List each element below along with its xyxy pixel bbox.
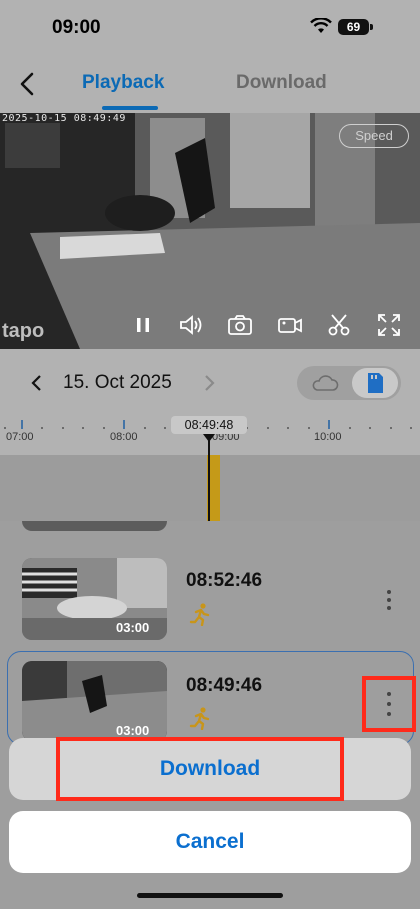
- timeline-tick-label: 10:00: [314, 431, 342, 443]
- active-tab-indicator: [102, 106, 158, 110]
- fullscreen-button[interactable]: [376, 312, 402, 338]
- chevron-left-icon: [31, 375, 41, 391]
- cloud-icon: [312, 375, 339, 391]
- cancel-button[interactable]: Cancel: [9, 811, 411, 873]
- sd-card-icon: [368, 373, 383, 393]
- battery-indicator: 69: [338, 19, 369, 35]
- speed-button[interactable]: Speed: [339, 124, 409, 148]
- tab-playback[interactable]: Playback: [82, 72, 164, 94]
- cloud-storage-option[interactable]: [305, 370, 345, 396]
- playhead-marker-icon: [203, 434, 215, 442]
- fullscreen-icon: [378, 314, 400, 336]
- previous-day-button[interactable]: [28, 372, 46, 394]
- wifi-icon: [310, 17, 332, 39]
- chevron-left-icon: [20, 72, 34, 96]
- motion-person-icon: [189, 603, 210, 626]
- scissors-icon: [328, 314, 350, 336]
- tab-download[interactable]: Download: [236, 72, 327, 94]
- pause-button[interactable]: [130, 312, 156, 338]
- status-time: 09:00: [52, 17, 101, 38]
- camera-icon: [228, 315, 252, 335]
- top-nav: [0, 56, 420, 113]
- recording-time: 08:52:46: [186, 570, 263, 591]
- video-timestamp: 2025-10-15 08:49:49: [2, 113, 126, 124]
- clip-button[interactable]: [326, 312, 352, 338]
- volume-button[interactable]: [178, 312, 204, 338]
- chevron-right-icon: [205, 375, 215, 391]
- snapshot-button[interactable]: [227, 312, 253, 338]
- volume-icon: [180, 315, 202, 335]
- more-options-button-highlighted[interactable]: [362, 676, 416, 732]
- more-vertical-icon: [387, 590, 391, 610]
- recording-duration: 03:00: [116, 723, 150, 738]
- download-highlight: [56, 737, 344, 801]
- record-button[interactable]: [277, 312, 303, 338]
- timeline-tick-label: 08:00: [110, 431, 138, 443]
- timeline-playhead[interactable]: [208, 436, 210, 521]
- sd-card-option[interactable]: [352, 368, 398, 398]
- list-item-partial: [22, 521, 167, 535]
- recording-duration: 03:00: [116, 620, 150, 635]
- battery-tip: [370, 24, 373, 30]
- next-day-button[interactable]: [200, 372, 218, 394]
- record-icon: [278, 318, 302, 333]
- pause-icon: [137, 318, 149, 332]
- recording-time: 08:49:46: [186, 675, 263, 696]
- timeline-cursor-time: 08:49:48: [171, 416, 247, 434]
- video-player[interactable]: [0, 113, 420, 349]
- tapo-watermark: tapo: [2, 320, 45, 342]
- home-indicator: [137, 893, 283, 898]
- motion-person-icon: [189, 707, 210, 730]
- more-vertical-icon: [387, 692, 391, 716]
- timeline-tick-label: 07:00: [6, 431, 34, 443]
- more-options-button[interactable]: [378, 585, 400, 615]
- back-button[interactable]: [14, 70, 42, 98]
- video-frame: [0, 113, 420, 349]
- date-label[interactable]: 15. Oct 2025: [63, 372, 172, 394]
